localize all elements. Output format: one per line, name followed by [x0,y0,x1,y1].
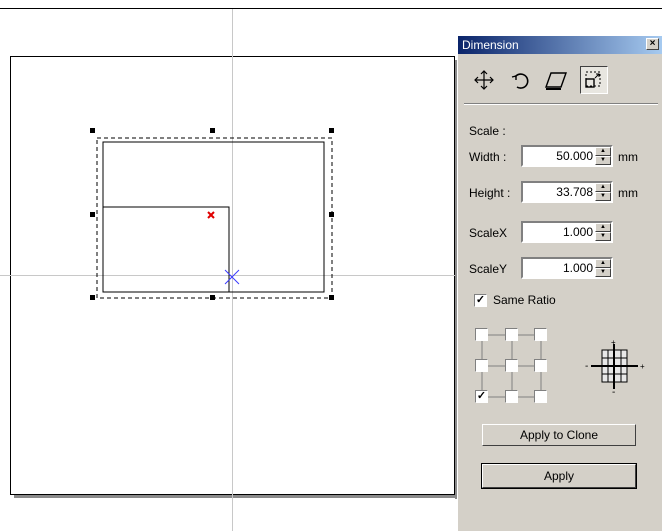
apply-to-clone-button[interactable]: Apply to Clone [482,424,636,446]
anchor-bottom-center[interactable] [505,390,518,403]
scale-icon [585,71,601,88]
anchor-bottom-left[interactable]: ✓ [475,390,488,403]
svg-text:-: - [612,387,615,395]
skew-icon [545,72,567,90]
height-value: 33.708 [556,185,593,199]
panel-title: Dimension [462,38,519,52]
width-spinner[interactable]: ▲ ▼ [595,147,611,165]
move-icon [474,70,494,90]
anchor-middle-center[interactable] [505,359,518,372]
width-unit: mm [618,150,638,164]
handle-bottom-right [329,295,334,300]
handle-middle-right [329,212,334,217]
anchor-middle-left[interactable] [475,359,488,372]
handle-bottom-left [90,295,95,300]
red-x-marker-icon [207,211,215,219]
scalex-value: 1.000 [562,225,593,239]
handle-middle-left [90,212,95,217]
panel-titlebar[interactable]: Dimension × [458,36,662,54]
handle-top-right [329,128,334,133]
skew-tool-button[interactable] [542,66,570,94]
height-unit: mm [618,186,638,200]
scaley-spinner[interactable]: ▲ ▼ [595,259,611,277]
transform-toolbar [464,66,654,98]
anchor-top-left[interactable] [475,328,488,341]
height-input[interactable]: 33.708 ▲ ▼ [521,181,613,203]
apply-button[interactable]: Apply [481,463,637,489]
selection-bounding-box [96,137,333,299]
width-label: Width : [469,150,507,164]
height-decrement-icon[interactable]: ▼ [595,192,611,201]
height-spinner[interactable]: ▲ ▼ [595,183,611,201]
width-input[interactable]: 50.000 ▲ ▼ [521,145,613,167]
height-label: Height : [469,186,511,200]
width-decrement-icon[interactable]: ▼ [595,156,611,165]
scaley-label: ScaleY [469,262,508,276]
scalex-spinner[interactable]: ▲ ▼ [595,223,611,241]
width-increment-icon[interactable]: ▲ [595,147,611,156]
anchor-top-right[interactable] [534,328,547,341]
height-increment-icon[interactable]: ▲ [595,183,611,192]
anchor-bottom-right[interactable] [534,390,547,403]
shape-inner-rectangle[interactable] [102,206,230,293]
anchor-middle-right[interactable] [534,359,547,372]
scalex-decrement-icon[interactable]: ▼ [595,232,611,241]
move-tool-button[interactable] [470,66,498,94]
same-ratio-label: Same Ratio [493,293,556,307]
svg-text:+: + [611,339,616,347]
handle-bottom-center [210,295,215,300]
same-ratio-checkbox[interactable]: ✓ [474,294,487,307]
toolbar-separator [464,103,658,105]
close-button[interactable]: × [646,38,659,50]
scalex-label: ScaleX [469,226,508,240]
scaley-decrement-icon[interactable]: ▼ [595,268,611,277]
canvas-objects [90,128,334,300]
scaley-increment-icon[interactable]: ▲ [595,259,611,268]
scale-tool-button[interactable] [580,66,608,94]
scalex-increment-icon[interactable]: ▲ [595,223,611,232]
scaley-input[interactable]: 1.000 ▲ ▼ [521,257,613,279]
scalex-input[interactable]: 1.000 ▲ ▼ [521,221,613,243]
svg-text:-: - [585,361,588,372]
dimension-panel: Dimension × Scale: Width: 50.000 ▲ ▼ m… [457,36,662,531]
scale-heading: Scale : [469,124,506,138]
svg-text:+: + [640,362,645,371]
rotate-tool-button[interactable] [506,66,534,94]
width-value: 50.000 [556,149,593,163]
handle-top-center [210,128,215,133]
anchor-preview-icon: + - + - [585,339,645,395]
handle-top-left [90,128,95,133]
blue-x-marker-icon [224,269,240,285]
anchor-top-center[interactable] [505,328,518,341]
scaley-value: 1.000 [562,261,593,275]
rotate-icon [511,73,529,89]
